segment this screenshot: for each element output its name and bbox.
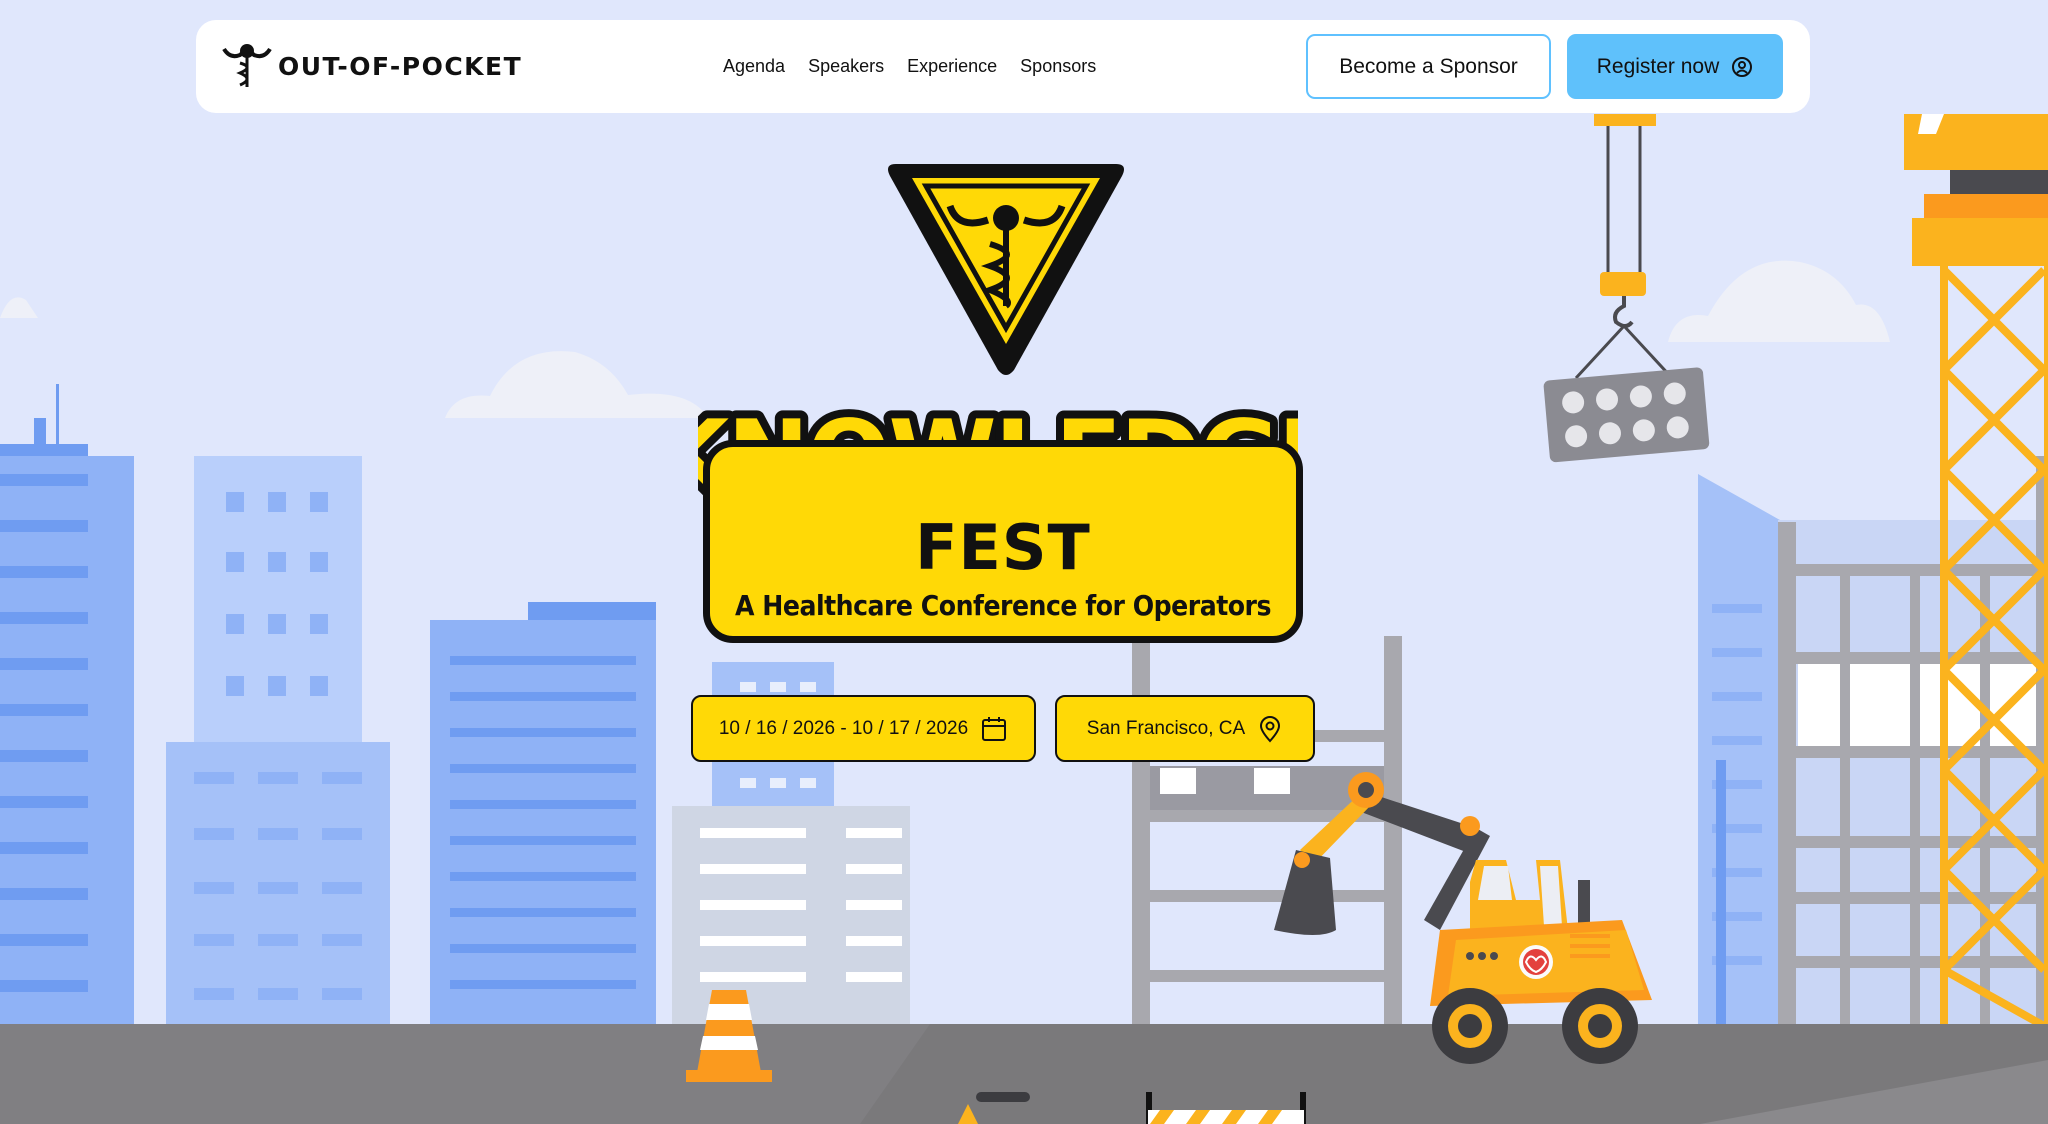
building-left-tall [166,456,390,1026]
ground [0,1024,2048,1124]
become-sponsor-button[interactable]: Become a Sponsor [1306,34,1551,99]
map-pin-icon [1260,715,1281,742]
title-banner: FEST A Healthcare Conference for Operato… [703,440,1303,643]
crane-hook-pill-pack [1543,114,1710,463]
nav-link-agenda[interactable]: Agenda [723,56,785,77]
brand-logo[interactable]: OUT-OF-POCKET [222,38,522,94]
nav-link-speakers[interactable]: Speakers [808,56,884,77]
become-sponsor-label: Become a Sponsor [1339,54,1518,78]
caduceus-logo-icon [222,44,272,87]
building-left-far [0,384,134,1026]
event-date-text: 10 / 16 / 2026 - 10 / 17 / 2026 [718,717,969,739]
event-location-pill: San Francisco, CA [1055,695,1315,762]
event-location-text: San Francisco, CA [1086,717,1246,739]
nav-links: Agenda Speakers Experience Sponsors [723,20,1096,113]
nav-link-sponsors[interactable]: Sponsors [1020,56,1096,77]
register-now-button[interactable]: Register now [1567,34,1783,99]
user-circle-icon [1732,56,1753,77]
register-now-label: Register now [1596,54,1720,78]
top-navbar: OUT-OF-POCKET Agenda Speakers Experience… [196,20,1810,113]
nav-link-experience[interactable]: Experience [907,56,997,77]
title-fest: FEST [915,511,1091,584]
building-right [1698,456,2048,1026]
event-date-pill: 10 / 16 / 2026 - 10 / 17 / 2026 [691,695,1036,762]
hero-subtitle: A Healthcare Conference for Operators [735,589,1271,622]
brand-name: OUT-OF-POCKET [278,51,523,81]
building-center-left [430,602,656,1026]
calendar-icon [982,716,1007,741]
caduceus-warning-sign-icon [888,164,1124,375]
